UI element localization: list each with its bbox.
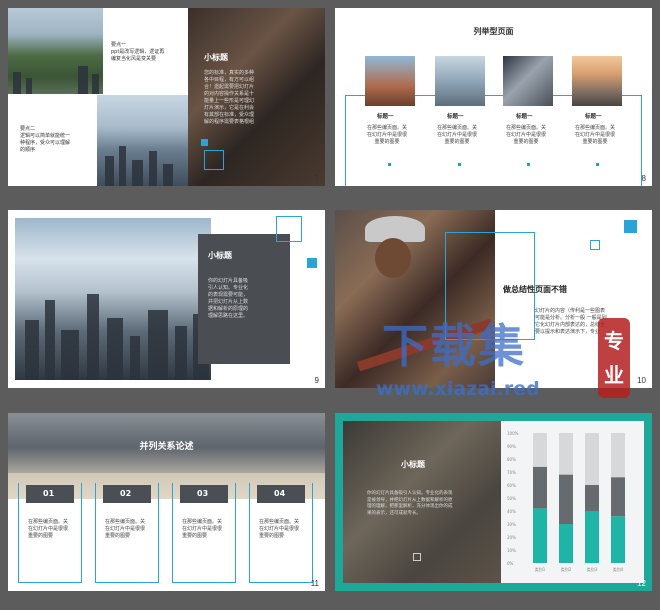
- item-text: 在那些编页面。关 在幻灯片中是很很 重要的图要: [28, 519, 69, 539]
- building-thumb: [365, 56, 415, 106]
- item-text: 在那些编页面。关 在幻灯片中是很很 重要的图要: [575, 125, 616, 145]
- accent-square: [201, 139, 208, 146]
- bar-segment: [533, 433, 547, 467]
- item-dot: [596, 163, 599, 166]
- bar-segment: [559, 524, 573, 563]
- stacked-bar-chart: 100% 90% 80% 70% 60% 50% 40% 30% 20% 10% 0% 类别1 类别2…: [507, 431, 625, 572]
- foggy-city-photo: [15, 218, 211, 380]
- bar-segment: [533, 466, 547, 509]
- point-two-label: 要点二: [20, 126, 36, 132]
- accent-square: [624, 220, 637, 233]
- slide-7-body: 您的标准，真实的多种 各中目程，有方可以组 合！遗起需要把幻灯片 的对内容操作关…: [204, 70, 255, 125]
- y-tick-label: 90%: [507, 444, 516, 449]
- slide-7[interactable]: 要点一 ppt是改写逻辑，逻证再 编复当化风是变关要 要点二 逻辑可以简单就能统…: [8, 8, 325, 186]
- slide-number: 9: [314, 376, 319, 385]
- item-title: 标题一: [447, 114, 464, 120]
- y-tick-label: 60%: [507, 483, 516, 488]
- slide-number: 11: [310, 579, 319, 588]
- slide-number: 7: [314, 174, 319, 183]
- slide-7-heading: 小标题: [204, 53, 228, 62]
- item-text: 在那些编页面。关 在幻灯片中是很很 重要的图要: [367, 125, 408, 145]
- y-tick-label: 10%: [507, 548, 516, 553]
- slide-number: 10: [637, 376, 646, 385]
- park-photo: [8, 8, 103, 94]
- slide-11[interactable]: 并列关系论述 01 在那些编页面。关 在幻灯片中是很很 重要的图要 02 在那些…: [8, 413, 325, 591]
- item-dot: [527, 163, 530, 166]
- bar-segment: [611, 477, 625, 517]
- slide-9[interactable]: 小标题 你的幻灯片具备吸 引人认知。专业化 的表现需要可能， 并把幻灯片从上数 …: [8, 210, 325, 388]
- x-category-label: 类别2: [561, 566, 572, 572]
- y-tick-label: 0%: [507, 561, 514, 566]
- y-tick-label: 80%: [507, 457, 516, 462]
- outline-square: [204, 150, 224, 170]
- item-dot: [458, 163, 461, 166]
- bar-segment: [585, 485, 599, 511]
- watermark-text: 下载集: [382, 319, 526, 373]
- sunset-thumb: [572, 56, 622, 106]
- outline-square: [276, 216, 302, 242]
- item-title: 标题一: [585, 114, 602, 120]
- slide-12-heading: 小标题: [401, 460, 425, 469]
- bar-segment: [533, 508, 547, 563]
- y-tick-label: 70%: [507, 470, 516, 475]
- slide-9-heading: 小标题: [208, 251, 232, 260]
- bar-segment: [611, 516, 625, 563]
- point-one-label: 要点一: [111, 42, 127, 48]
- camera-thumb: [503, 56, 553, 106]
- item-text: 在那些编页面。关 在幻灯片中是很很 重要的图要: [105, 519, 146, 539]
- item-title: 标题一: [516, 114, 533, 120]
- y-tick-label: 20%: [507, 535, 516, 540]
- x-category-label: 类别3: [587, 566, 598, 572]
- item-title: 标题一: [377, 114, 394, 120]
- item-number: 01: [43, 489, 55, 498]
- item-text: 在那些编页面。关 在幻灯片中是很很 重要的图要: [259, 519, 300, 539]
- point-two-text: 逻辑可以简单就能统一 种程序，受众可以理解 的顺序: [20, 133, 71, 153]
- x-category-label: 类别1: [535, 566, 546, 572]
- seal-text: 专业: [604, 329, 624, 387]
- bar-segment: [559, 474, 573, 524]
- x-category-label: 类别4: [613, 566, 624, 572]
- bar-segment: [559, 433, 573, 475]
- small-outline-square: [590, 240, 600, 250]
- y-tick-label: 40%: [507, 509, 516, 514]
- y-tick-label: 30%: [507, 522, 516, 527]
- slide-10-body: 幻灯片的内容（传利是一些图表 可能是分析。分析一般 一般是列 它化幻灯片内部表达…: [535, 308, 607, 335]
- bar-segment: [585, 433, 599, 485]
- item-number: 02: [120, 489, 132, 498]
- bar-segment: [611, 433, 625, 478]
- y-tick-label: 100%: [507, 431, 519, 436]
- slide-number: 8: [641, 174, 646, 183]
- watermark-seal: 专业: [598, 318, 630, 398]
- slide-11-title: 并列关系论述: [139, 442, 194, 452]
- item-dot: [388, 163, 391, 166]
- item-number: 03: [197, 489, 209, 498]
- slide-12-body: 你的幻灯片具备吸引人认知。专业化的表现 是被领导，并把幻灯片从上数据和解析的原 …: [367, 491, 453, 516]
- y-tick-label: 50%: [507, 496, 516, 501]
- skyline-thumb: [435, 56, 485, 106]
- item-text: 在那些编页面。关 在幻灯片中是很很 重要的图要: [506, 125, 547, 145]
- item-number: 04: [274, 489, 286, 498]
- item-text: 在那些编页面。关 在幻灯片中是很很 重要的图要: [182, 519, 223, 539]
- accent-square: [307, 258, 317, 268]
- point-one-text: ppt是改写逻辑，逻证再 编复当化风是变关要: [111, 49, 165, 62]
- slide-8[interactable]: 列举型页面 标题一 在那些编页面。关 在幻灯片中是很很 重要的图要 标题一 在那…: [335, 8, 652, 186]
- slide-12[interactable]: 小标题 你的幻灯片具备吸引人认知。专业化的表现 是被领导，并把幻灯片从上数据和解…: [335, 413, 652, 591]
- watermark-url: www.xiazai.red: [376, 378, 540, 400]
- city-photo: [97, 95, 188, 186]
- slide-9-body: 你的幻灯片具备吸 引人认知。专业化 的表现需要可能， 并把幻灯片从上数 据和解析…: [208, 278, 249, 319]
- slide-8-title: 列举型页面: [473, 27, 514, 36]
- slide-10-heading: 做总结性页面不错: [503, 285, 567, 294]
- item-text: 在那些编页面。关 在幻灯片中是很很 重要的图要: [437, 125, 478, 145]
- bar-segment: [585, 511, 599, 563]
- slide-icon: [413, 553, 421, 561]
- slide-number: 12: [637, 579, 646, 588]
